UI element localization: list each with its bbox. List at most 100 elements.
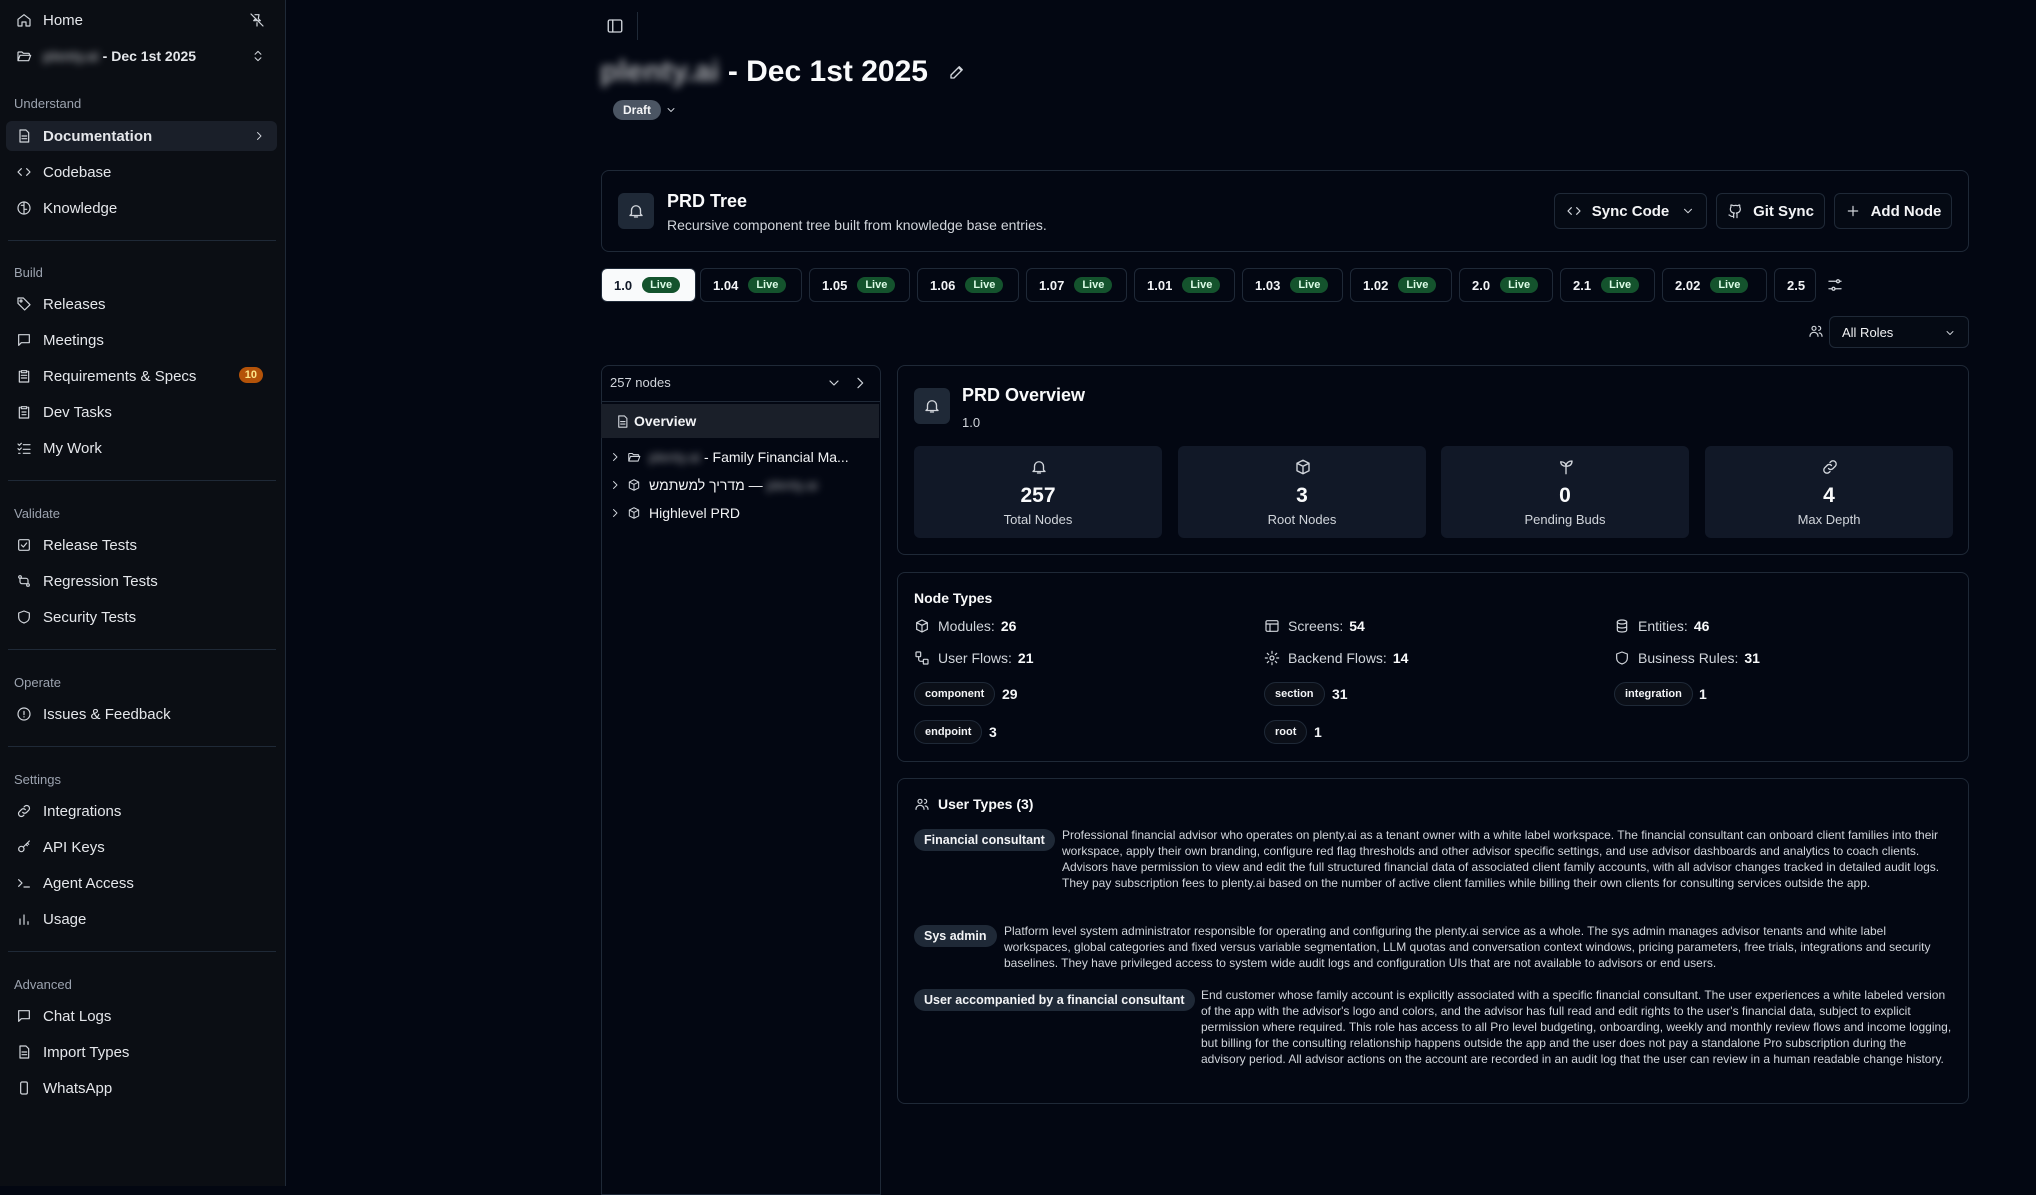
stat-max-depth: 4 Max Depth: [1705, 446, 1953, 538]
section-build: Build: [14, 265, 43, 280]
version-label: 1.04: [713, 277, 739, 293]
user-type-description: Platform level system administrator resp…: [1004, 924, 1931, 970]
version-tab-1.0[interactable]: 1.0 Live: [601, 268, 696, 302]
sidebar-item-security-tests[interactable]: Security Tests: [6, 602, 277, 632]
version-tab-1.03[interactable]: 1.03 Live: [1242, 268, 1343, 302]
status-dropdown[interactable]: Draft: [613, 100, 677, 120]
folder-open-icon: [14, 46, 34, 66]
live-badge: Live: [1710, 277, 1749, 293]
code-icon: [14, 162, 34, 182]
live-badge: Live: [1500, 277, 1539, 293]
edit-pencil-icon[interactable]: [948, 63, 966, 81]
version-tab-1.04[interactable]: 1.04 Live: [700, 268, 802, 302]
chevron-down-icon[interactable]: [826, 375, 842, 391]
users-icon: [1809, 325, 1823, 337]
version-tab-1.06[interactable]: 1.06 Live: [917, 268, 1019, 302]
live-badge: Live: [1290, 277, 1329, 293]
sidebar-item-documentation[interactable]: Documentation: [6, 121, 277, 151]
version-tab-2.0[interactable]: 2.0 Live: [1459, 268, 1553, 302]
requirements-count-badge: 10: [238, 367, 263, 383]
node-type-backend-flows: Backend Flows: 14: [1264, 650, 1408, 666]
sidebar-item-codebase[interactable]: Codebase: [6, 157, 277, 187]
square-check-icon: [14, 535, 34, 555]
section-operate: Operate: [14, 675, 61, 690]
sidebar-item-label: Security Tests: [43, 608, 137, 626]
box-icon: [628, 507, 640, 519]
sidebar-item-usage[interactable]: Usage: [6, 904, 277, 934]
sidebar-item-meetings[interactable]: Meetings: [6, 325, 277, 355]
tree-item-highlevel-prd[interactable]: Highlevel PRD: [601, 499, 879, 527]
version-tab-2.5[interactable]: 2.5: [1774, 268, 1816, 302]
shield-icon: [1616, 651, 1628, 665]
section-understand: Understand: [14, 96, 82, 111]
sync-code-button[interactable]: Sync Code: [1554, 193, 1707, 229]
live-badge: Live: [1398, 277, 1437, 293]
sidebar-item-issues[interactable]: Issues & Feedback: [6, 699, 277, 729]
sidebar-item-regression-tests[interactable]: Regression Tests: [6, 566, 277, 596]
version-tab-2.1[interactable]: 2.1 Live: [1560, 268, 1655, 302]
tag-count: 29: [1002, 686, 1018, 702]
live-badge: Live: [1601, 277, 1640, 293]
sidebar-item-releases[interactable]: Releases: [6, 289, 277, 319]
chevron-down-icon: [1684, 208, 1693, 214]
node-type-value: 26: [1000, 618, 1017, 634]
version-label: 1.05: [822, 277, 848, 293]
file-text-icon: [618, 415, 628, 428]
toggle-sidebar-icon[interactable]: [606, 17, 624, 35]
sidebar-item-home[interactable]: Home: [6, 5, 277, 35]
sidebar-item-agent-access[interactable]: Agent Access: [6, 868, 277, 898]
git-sync-button[interactable]: Git Sync: [1716, 193, 1825, 229]
version-label: 2.0: [1472, 277, 1491, 293]
live-badge: Live: [1074, 277, 1113, 293]
sliders-icon[interactable]: [1826, 276, 1844, 294]
sidebar-item-knowledge[interactable]: Knowledge: [6, 193, 277, 223]
stat-label: Total Nodes: [1003, 512, 1073, 527]
sidebar-item-label: My Work: [43, 439, 102, 457]
sidebar-item-chat-logs[interactable]: Chat Logs: [6, 1001, 277, 1031]
sidebar-item-integrations[interactable]: Integrations: [6, 796, 277, 826]
version-tab-1.01[interactable]: 1.01 Live: [1134, 268, 1235, 302]
version-tab-1.02[interactable]: 1.02 Live: [1350, 268, 1452, 302]
chevron-right-icon[interactable]: [852, 375, 868, 391]
sidebar-item-label: Home: [43, 11, 84, 29]
sidebar-item-import-types[interactable]: Import Types: [6, 1037, 277, 1067]
tree-item-family-financial[interactable]: plenty.ai - Family Financial Ma...: [601, 443, 879, 471]
node-type-value: 21: [1017, 650, 1034, 666]
live-badge: Live: [748, 277, 787, 293]
sidebar-item-label: Regression Tests: [43, 572, 158, 590]
sidebar-item-release-tests[interactable]: Release Tests: [6, 530, 277, 560]
live-badge: Live: [965, 277, 1004, 293]
version-tab-1.05[interactable]: 1.05 Live: [809, 268, 910, 302]
workflow-icon: [915, 651, 929, 665]
sidebar-item-label: Release Tests: [43, 536, 137, 554]
version-tab-2.02[interactable]: 2.02 Live: [1662, 268, 1767, 302]
tag-count: 1: [1699, 686, 1707, 702]
divider: [8, 240, 276, 241]
version-label: 2.1: [1573, 277, 1592, 293]
live-badge: Live: [642, 277, 681, 293]
node-type-value: 31: [1744, 650, 1760, 666]
sidebar-item-my-work[interactable]: My Work: [6, 433, 277, 463]
chevrons-up-down-icon: [254, 50, 262, 62]
node-type-value: 54: [1349, 618, 1365, 634]
roles-select[interactable]: All Roles: [1829, 316, 1969, 348]
sidebar-item-api-keys[interactable]: API Keys: [6, 832, 277, 862]
sidebar-item-dev-tasks[interactable]: Dev Tasks: [6, 397, 277, 427]
version-label: 2.5: [1787, 277, 1806, 293]
tree-item-overview[interactable]: Overview: [601, 404, 879, 438]
project-selector[interactable]: plenty.ai - Dec 1st 2025: [6, 41, 277, 71]
box-icon: [628, 479, 640, 491]
user-type-tag: Financial consultant: [914, 829, 1055, 851]
sidebar-item-whatsapp[interactable]: WhatsApp: [6, 1073, 277, 1103]
add-node-button[interactable]: Add Node: [1834, 193, 1952, 229]
pin-off-icon[interactable]: [249, 12, 265, 28]
tree-divider: [602, 401, 880, 402]
stat-value: 0: [1559, 484, 1571, 507]
code-icon: [1567, 207, 1581, 215]
cog-icon: [1264, 650, 1280, 666]
version-tab-1.07[interactable]: 1.07 Live: [1026, 268, 1127, 302]
sprout-icon: [1560, 460, 1573, 475]
stat-value: 3: [1296, 484, 1308, 507]
tree-item-user-guide[interactable]: מדריך למשתמש — plenty.ai: [601, 471, 879, 499]
sidebar-item-requirements[interactable]: Requirements & Specs 10: [6, 361, 277, 391]
